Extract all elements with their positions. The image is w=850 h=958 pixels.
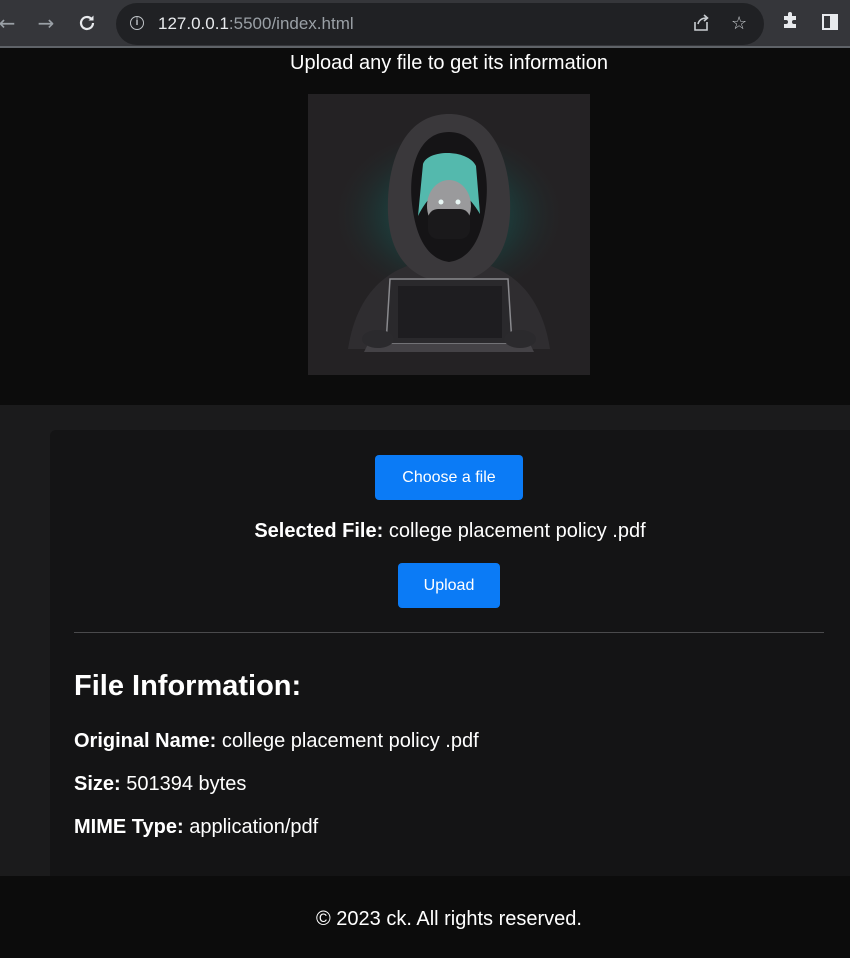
choose-file-button[interactable]: Choose a file: [375, 455, 523, 500]
info-icon[interactable]: i: [130, 16, 144, 30]
url-path: :5500/index.html: [228, 14, 354, 33]
side-panel-icon[interactable]: [822, 14, 838, 30]
back-arrow-icon[interactable]: ←: [0, 10, 20, 36]
mime-type-label: MIME Type:: [74, 816, 184, 838]
size-label: Size:: [74, 773, 121, 795]
mime-type-row: MIME Type: application/pdf: [74, 816, 318, 839]
upload-button[interactable]: Upload: [398, 563, 500, 608]
share-icon[interactable]: [691, 13, 711, 38]
address-bar[interactable]: i 127.0.0.1:5500/index.html ☆: [116, 3, 764, 45]
original-name-row: Original Name: college placement policy …: [74, 730, 479, 753]
divider: [74, 632, 824, 633]
size-row: Size: 501394 bytes: [74, 773, 246, 796]
hacker-illustration: [308, 94, 590, 375]
reload-icon[interactable]: [74, 10, 100, 36]
page-footer: © 2023 ck. All rights reserved.: [0, 876, 850, 958]
original-name-value: college placement policy .pdf: [221, 730, 479, 752]
puzzle-icon[interactable]: [781, 10, 801, 35]
star-icon[interactable]: ☆: [731, 13, 747, 34]
size-value: 501394 bytes: [126, 773, 247, 795]
mime-type-value: application/pdf: [189, 816, 319, 838]
browser-toolbar: ← → i 127.0.0.1:5500/index.html ☆: [0, 0, 850, 48]
file-info-title: File Information:: [74, 670, 302, 702]
footer-copyright: © 2023 ck. All rights reserved.: [316, 908, 582, 930]
selected-file: Selected File: college placement policy …: [50, 520, 850, 543]
upload-card: Choose a file Selected File: college pla…: [50, 430, 850, 876]
selected-file-label: Selected File:: [254, 520, 384, 542]
original-name-label: Original Name:: [74, 730, 217, 752]
forward-arrow-icon[interactable]: →: [33, 10, 59, 36]
page-title: Upload any file to get its information: [290, 52, 608, 74]
page-header: Upload any file to get its information: [0, 48, 850, 405]
url-text[interactable]: 127.0.0.1:5500/index.html: [158, 14, 354, 34]
url-host: 127.0.0.1: [158, 14, 229, 33]
selected-file-value: college placement policy .pdf: [388, 520, 646, 542]
